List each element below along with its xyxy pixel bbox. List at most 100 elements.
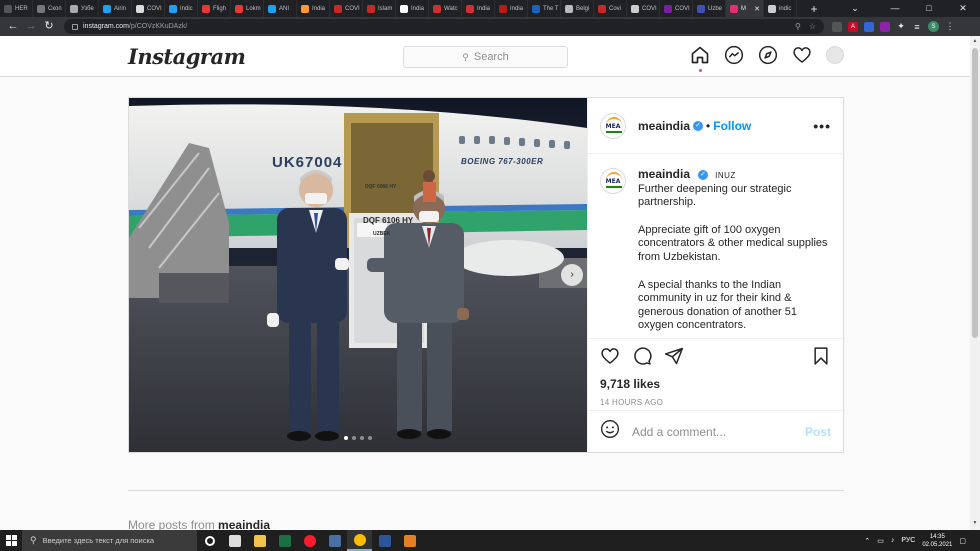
tab-favicon-icon: [169, 4, 177, 13]
activity-heart-icon[interactable]: [792, 45, 812, 65]
browser-tab[interactable]: HER: [0, 0, 33, 17]
maximize-button[interactable]: □: [912, 0, 946, 17]
browser-tab[interactable]: COVI: [330, 0, 363, 17]
browser-tab[interactable]: Covi: [594, 0, 627, 17]
extension-icon[interactable]: [832, 21, 842, 32]
scrollbar-thumb[interactable]: [972, 48, 978, 338]
start-button[interactable]: [0, 530, 22, 551]
taskbar-search-box[interactable]: ⚲ Введите здесь текст для поиска: [22, 530, 197, 551]
carousel-dot: [352, 436, 356, 440]
explore-compass-icon[interactable]: [758, 45, 778, 65]
browser-tab[interactable]: COVI: [660, 0, 693, 17]
instagram-logo[interactable]: Instagram: [128, 44, 246, 69]
minimize-button[interactable]: —: [878, 0, 912, 17]
scroll-up-arrow-icon[interactable]: ▲: [970, 38, 980, 46]
post-photo[interactable]: UK67004 BOEING 767-300ER DQF 6066 HY DQF…: [129, 98, 587, 452]
taskbar-app-word[interactable]: [372, 530, 397, 551]
caption-username[interactable]: meaindia: [638, 167, 690, 181]
likes-count[interactable]: 9,718 likes: [600, 377, 831, 391]
browser-tab[interactable]: India: [462, 0, 495, 17]
profile-avatar-icon[interactable]: [826, 46, 844, 64]
taskbar-app-task-view[interactable]: [222, 530, 247, 551]
abp-extension-icon[interactable]: A: [848, 21, 858, 32]
follow-button[interactable]: Follow: [713, 119, 751, 133]
tab-list: HER Скоп Узбе Airin COVI Indic Fligh Lokm ANI Ind…: [0, 0, 797, 17]
browser-tab[interactable]: Uzbe: [693, 0, 726, 17]
save-bookmark-icon[interactable]: [811, 346, 831, 371]
bookmark-star-icon[interactable]: ☆: [809, 22, 816, 31]
reload-icon[interactable]: ↻: [40, 17, 58, 36]
browser-tab[interactable]: Fligh: [198, 0, 231, 17]
messenger-icon[interactable]: [724, 45, 744, 65]
share-paper-plane-icon[interactable]: [664, 346, 684, 366]
emoji-icon[interactable]: [600, 419, 620, 444]
author-username[interactable]: meaindia: [638, 119, 690, 133]
tab-search-icon[interactable]: ⌄: [838, 0, 872, 17]
scroll-down-arrow-icon[interactable]: ▼: [970, 520, 980, 528]
menu-icon[interactable]: ⋮: [945, 21, 955, 32]
browser-tab[interactable]: indic: [764, 0, 797, 17]
author-avatar[interactable]: MEA: [600, 112, 626, 139]
puzzle-icon[interactable]: ✦: [896, 21, 906, 32]
tab-title: Узбе: [81, 5, 94, 12]
page-scrollbar[interactable]: ▲ ▼: [970, 36, 980, 530]
taskbar-app-opera[interactable]: [297, 530, 322, 551]
browser-tab[interactable]: Airin: [99, 0, 132, 17]
browser-tab[interactable]: М ✕: [726, 0, 764, 17]
profile-avatar[interactable]: S: [928, 21, 939, 32]
taskbar-app-calculator[interactable]: [322, 530, 347, 551]
browser-tab[interactable]: Indic: [165, 0, 198, 17]
browser-tab[interactable]: Belgi: [561, 0, 594, 17]
browser-tab[interactable]: The T: [528, 0, 561, 17]
notifications-icon[interactable]: ▢: [959, 537, 966, 545]
browser-tab[interactable]: COVI: [627, 0, 660, 17]
home-icon[interactable]: [690, 45, 710, 65]
browser-tab[interactable]: COVI: [132, 0, 165, 17]
post-timestamp[interactable]: 14 HOURS AGO: [600, 398, 831, 407]
taskbar-app-store[interactable]: [247, 530, 272, 551]
close-tab-icon[interactable]: ✕: [754, 5, 760, 13]
browser-tab[interactable]: ANI: [264, 0, 297, 17]
carousel-dot: [368, 436, 372, 440]
browser-tab[interactable]: Скоп: [33, 0, 66, 17]
address-bar[interactable]: instagram.com/p/COVzKKuDAzk/ ⚲ ☆: [64, 19, 824, 34]
browser-tab[interactable]: India: [495, 0, 528, 17]
comment-input[interactable]: [632, 424, 802, 439]
taskbar-app-cortana[interactable]: [197, 530, 222, 551]
tab-favicon-icon: [235, 4, 243, 13]
taskbar-app-excel[interactable]: [272, 530, 297, 551]
new-tab-button[interactable]: +: [807, 2, 821, 16]
caption-avatar[interactable]: MEA: [600, 168, 626, 194]
post-comment-button[interactable]: Post: [805, 425, 831, 439]
extension-icon[interactable]: [880, 21, 890, 32]
extensions-area: A ✦ ≡ S ⋮: [832, 21, 955, 32]
browser-tab[interactable]: India: [297, 0, 330, 17]
tab-favicon-icon: [768, 4, 776, 13]
people-icon[interactable]: ⌃: [864, 537, 870, 545]
close-window-button[interactable]: ✕: [946, 0, 980, 17]
search-input[interactable]: ⚲ Search: [403, 46, 568, 68]
like-heart-icon[interactable]: [600, 346, 620, 366]
extension-icon[interactable]: [864, 21, 874, 32]
back-icon[interactable]: ←: [4, 17, 22, 36]
taskbar-app-chrome[interactable]: [347, 530, 372, 551]
volume-icon[interactable]: ♪: [891, 537, 895, 544]
network-icon[interactable]: ▭: [877, 537, 884, 545]
clock[interactable]: 14:35 02.05.2021: [922, 533, 952, 549]
browser-tab[interactable]: Islam: [363, 0, 396, 17]
carousel-next-button[interactable]: ›: [561, 264, 583, 286]
playlist-icon[interactable]: ≡: [912, 22, 922, 32]
taskbar-app-app[interactable]: [397, 530, 422, 551]
browser-tab[interactable]: India: [396, 0, 429, 17]
forward-icon[interactable]: →: [22, 17, 40, 36]
comment-bubble-icon[interactable]: [632, 346, 652, 366]
tab-favicon-icon: [598, 4, 606, 13]
zoom-icon[interactable]: ⚲: [795, 22, 801, 31]
more-options-icon[interactable]: •••: [813, 118, 831, 134]
browser-tab[interactable]: Узбе: [66, 0, 99, 17]
browser-tab[interactable]: Watc: [429, 0, 462, 17]
search-icon: ⚲: [30, 535, 37, 545]
keyboard-language[interactable]: РУС: [901, 537, 915, 544]
tab-favicon-icon: [499, 4, 507, 13]
browser-tab[interactable]: Lokm: [231, 0, 264, 17]
